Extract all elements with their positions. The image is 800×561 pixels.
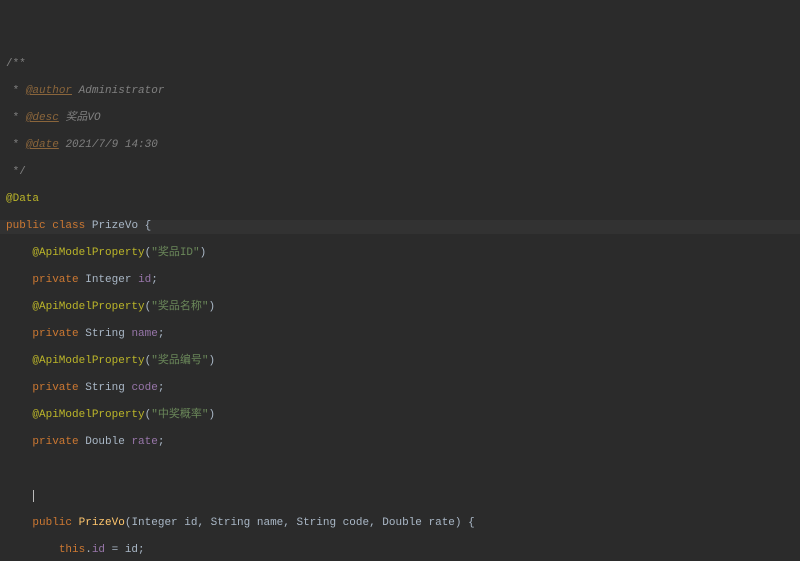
str-code: "奖品编号"	[151, 355, 208, 367]
str-id: "奖品ID"	[151, 247, 199, 259]
doc-close: */	[6, 166, 26, 178]
kw-this: this	[59, 544, 85, 556]
text-caret	[33, 490, 34, 502]
str-rate: "中奖概率"	[151, 409, 208, 421]
ctor-name: PrizeVo	[79, 517, 125, 529]
kw-class: class	[52, 220, 85, 232]
code-editor[interactable]: /** * @author Administrator * @desc 奖品VO…	[0, 0, 800, 561]
anno-amp: @ApiModelProperty	[32, 355, 144, 367]
doc-open: /**	[6, 58, 26, 70]
doc-date-tag: @date	[26, 139, 59, 151]
kw-public: public	[32, 517, 72, 529]
doc-author-val: Administrator	[79, 85, 165, 97]
kw-private: private	[32, 328, 78, 340]
field-id: id	[92, 544, 105, 556]
doc-star: *	[6, 139, 26, 151]
ctor-sig: (Integer id, String name, String code, D…	[125, 517, 475, 529]
anno-amp: @ApiModelProperty	[32, 409, 144, 421]
doc-desc-tag: @desc	[26, 112, 59, 124]
type-double: Double	[85, 436, 125, 448]
doc-star: *	[6, 112, 26, 124]
type-integer: Integer	[85, 274, 131, 286]
type-string: String	[85, 328, 125, 340]
type-string: String	[85, 382, 125, 394]
str-name: "奖品名称"	[151, 301, 208, 313]
kw-public: public	[6, 220, 46, 232]
doc-author-tag: @author	[26, 85, 72, 97]
field-name: name	[131, 328, 157, 340]
kw-private: private	[32, 274, 78, 286]
doc-desc-val: 奖品VO	[65, 112, 100, 124]
field-rate: rate	[131, 436, 157, 448]
kw-private: private	[32, 382, 78, 394]
field-id: id	[138, 274, 151, 286]
anno-data: @Data	[6, 193, 39, 205]
field-code: code	[131, 382, 157, 394]
anno-amp: @ApiModelProperty	[32, 301, 144, 313]
doc-date-val: 2021/7/9 14:30	[65, 139, 157, 151]
type-prizevo: PrizeVo	[92, 220, 138, 232]
code-lines: /** * @author Administrator * @desc 奖品VO…	[6, 45, 800, 561]
anno-amp: @ApiModelProperty	[32, 247, 144, 259]
kw-private: private	[32, 436, 78, 448]
doc-star: *	[6, 85, 26, 97]
